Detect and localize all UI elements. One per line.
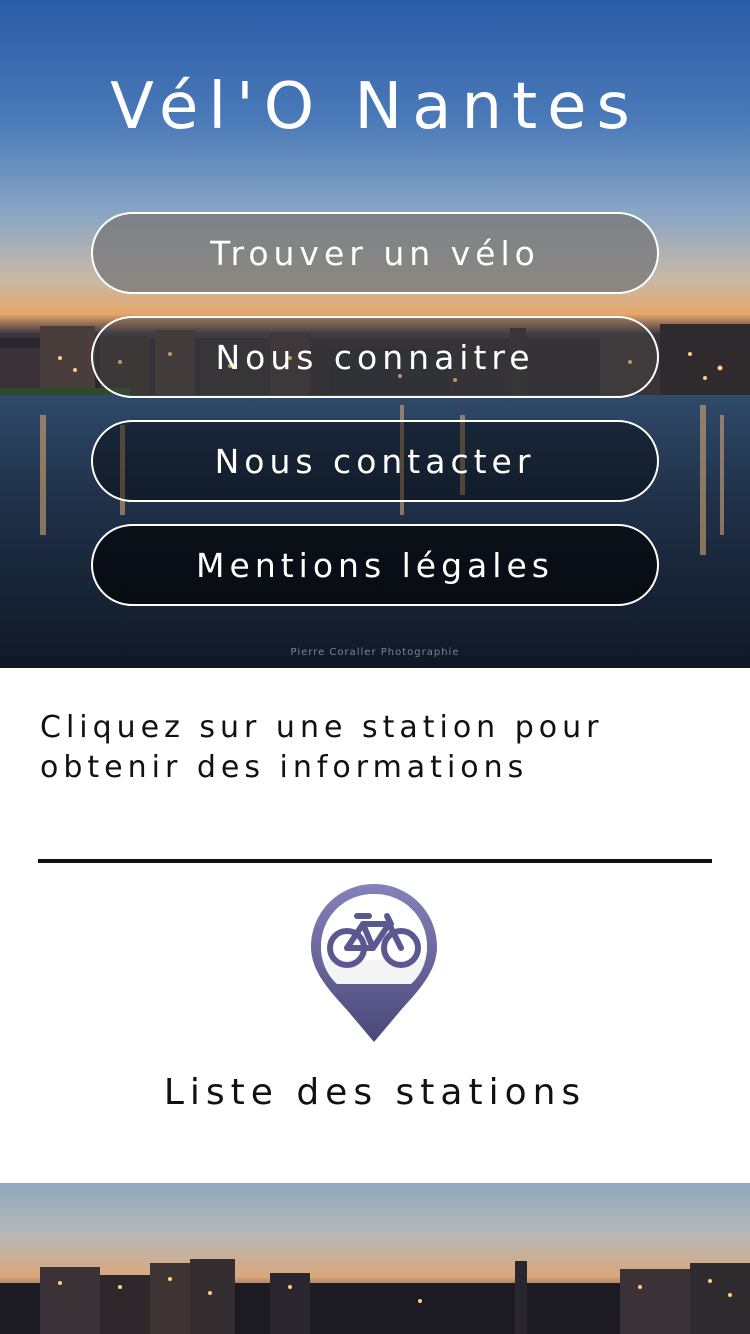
hero-banner: Pierre Coraller Photographie Vél'O Nante…	[0, 0, 750, 668]
divider	[38, 859, 712, 863]
bike-station-pin-icon[interactable]	[307, 880, 441, 1046]
app-title: Vél'O Nantes	[110, 70, 640, 144]
contact-button[interactable]: Nous contacter	[91, 420, 659, 502]
photo-credit: Pierre Coraller Photographie	[290, 647, 460, 658]
station-instruction-text: Cliquez sur une station pour obtenir des…	[40, 710, 604, 785]
find-bike-button[interactable]: Trouver un vélo	[91, 212, 659, 294]
footer-city-image	[0, 1183, 750, 1334]
stations-list-link[interactable]: Liste des stations	[0, 1072, 750, 1113]
about-button[interactable]: Nous connaitre	[91, 316, 659, 398]
legal-notice-button[interactable]: Mentions légales	[91, 524, 659, 606]
